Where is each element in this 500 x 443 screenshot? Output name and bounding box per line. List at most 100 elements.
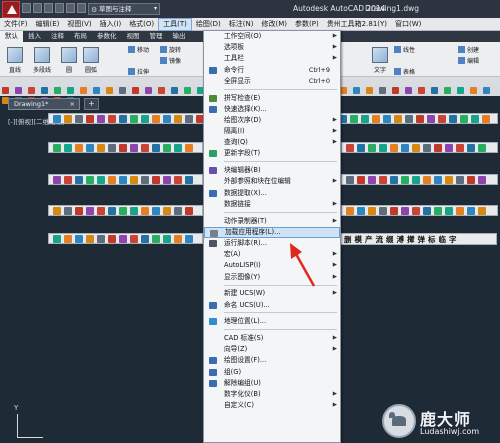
tools-menu-item[interactable]: 绘图次序(D) ▶ [204, 115, 340, 126]
tools-menu-item[interactable]: 命名 UCS(U)... [204, 300, 340, 311]
text-glyph-button[interactable]: 溥 [397, 234, 405, 245]
toolbar-tool-icon[interactable] [119, 87, 126, 94]
toolbar-tool-icon[interactable] [75, 234, 83, 243]
toolbar-tool-icon[interactable] [152, 143, 160, 152]
toolbar-tool-icon[interactable] [141, 234, 149, 243]
text-glyph-button[interactable]: 标 [428, 234, 436, 245]
toolbar-tool-icon[interactable] [357, 206, 365, 215]
toolbar-tool-icon[interactable] [390, 206, 398, 215]
toolbar-tool-icon[interactable] [119, 143, 127, 152]
toolbar-tool-icon[interactable] [418, 87, 425, 94]
toolbar-tool-icon[interactable] [86, 114, 94, 123]
tools-menu-item[interactable]: 拼写检查(E) [204, 93, 340, 104]
ribbon-tab[interactable]: 参数化 [92, 31, 122, 42]
line-tool[interactable]: 直线 [4, 47, 26, 74]
edit-block-tool[interactable]: 编辑 [458, 56, 479, 65]
menubar-item[interactable]: 视图(V) [63, 18, 95, 31]
toolbar-tool-icon[interactable] [350, 114, 358, 123]
text-glyph-button[interactable]: 弹 [418, 234, 426, 245]
toolbar-tool-icon[interactable] [163, 143, 171, 152]
table-tool[interactable]: 表格 [394, 67, 415, 76]
toolbar-tool-icon[interactable] [106, 87, 113, 94]
open-file-icon[interactable] [33, 3, 42, 13]
menubar-item[interactable]: 窗口(W) [391, 18, 425, 31]
toolbar-tool-icon[interactable] [64, 143, 72, 152]
toolbar-tool-icon[interactable] [457, 87, 464, 94]
tools-menu-item[interactable]: 解除编组(U) [204, 378, 340, 389]
tools-menu-item[interactable]: 工作空间(O) ▶ [204, 31, 340, 42]
toolbar-tool-icon[interactable] [97, 234, 105, 243]
toolbar-tool-icon[interactable] [434, 206, 442, 215]
rotate-tool[interactable]: 旋转 [160, 45, 181, 54]
toolbar-tool-icon[interactable] [132, 87, 139, 94]
toolbar-tool-icon[interactable] [158, 87, 165, 94]
toolbar-tool-icon[interactable] [41, 87, 48, 94]
workspace-select[interactable]: ⚙ 草图与注释 ▾ [88, 3, 160, 15]
toolbar-tool-icon[interactable] [130, 114, 138, 123]
toolbar-tool-icon[interactable] [2, 87, 9, 94]
toolbar-tool-icon[interactable] [445, 206, 453, 215]
toolbar-tool-icon[interactable] [163, 234, 171, 243]
text-tool[interactable]: 文字 [370, 47, 390, 74]
toolbar-tool-icon[interactable] [108, 143, 116, 152]
toolbar-tool-icon[interactable] [145, 87, 152, 94]
toolbar-tool-icon[interactable] [412, 143, 420, 152]
ribbon-tab[interactable]: 输出 [168, 31, 191, 42]
toolbar-tool-icon[interactable] [64, 206, 72, 215]
mirror-tool[interactable]: 镜像 [160, 56, 181, 65]
toolbar-tool-icon[interactable] [340, 87, 347, 94]
toolbar-tool-icon[interactable] [445, 175, 453, 184]
toolbar-tool-icon[interactable] [53, 234, 61, 243]
toolbar-tool-icon[interactable] [467, 143, 475, 152]
toolbar-tool-icon[interactable] [141, 143, 149, 152]
toolbar-tool-icon[interactable] [401, 175, 409, 184]
toolbar-tool-icon[interactable] [54, 87, 61, 94]
toolbar-tool-icon[interactable] [368, 143, 376, 152]
new-drawing-tab-button[interactable]: + [84, 98, 99, 110]
toolbar-tool-icon[interactable] [171, 87, 178, 94]
tools-menu-item[interactable]: 命令行 Ctrl+9 [204, 65, 340, 76]
toolbar-tool-icon[interactable] [379, 206, 387, 215]
toolbar-tool-icon[interactable] [361, 114, 369, 123]
toolbar-tool-icon[interactable] [86, 234, 94, 243]
toolbar-tool-icon[interactable] [383, 114, 391, 123]
tools-menu-item[interactable]: 动作录制器(T) ▶ [204, 216, 340, 227]
tools-menu-item[interactable]: 选项板 ▶ [204, 42, 340, 53]
circle-tool[interactable]: 圆 [58, 47, 80, 74]
toolbar-tool-icon[interactable] [346, 175, 354, 184]
toolbar-tool-icon[interactable] [64, 234, 72, 243]
toolbar-tool-icon[interactable] [427, 114, 435, 123]
toolbar-tool-icon[interactable] [97, 175, 105, 184]
toolbar-tool-icon[interactable] [119, 234, 127, 243]
toolbar-tool-icon[interactable] [119, 114, 127, 123]
ribbon-tab[interactable]: 布局 [69, 31, 92, 42]
toolbar-tool-icon[interactable] [346, 143, 354, 152]
toolbar-tool-icon[interactable] [152, 206, 160, 215]
tools-menu-item[interactable]: 全屏显示 Ctrl+0 [204, 76, 340, 87]
toolbar-tool-icon[interactable] [152, 114, 160, 123]
toolbar-tool-icon[interactable] [379, 87, 386, 94]
polyline-tool[interactable]: 多段线 [28, 47, 56, 74]
toolbar-tool-icon[interactable] [108, 206, 116, 215]
toolbar-tool-icon[interactable] [97, 114, 105, 123]
toolbar-tool-icon[interactable] [471, 114, 479, 123]
toolbar-tool-icon[interactable] [75, 175, 83, 184]
toolbar-tool-icon[interactable] [174, 234, 182, 243]
toolbar-tool-icon[interactable] [368, 206, 376, 215]
toolbar-tool-icon[interactable] [357, 143, 365, 152]
toolbar-tool-icon[interactable] [184, 87, 191, 94]
toolbar-tool-icon[interactable] [456, 175, 464, 184]
toolbar-tool-icon[interactable] [379, 143, 387, 152]
toolbar-tool-icon[interactable] [28, 87, 35, 94]
drawing-tab[interactable]: Drawing1* × [8, 98, 80, 110]
new-file-icon[interactable] [22, 3, 31, 13]
toolbar-tool-icon[interactable] [470, 87, 477, 94]
tools-menu-item[interactable]: CAD 标准(S) ▶ [204, 333, 340, 344]
toolbar-tool-icon[interactable] [431, 87, 438, 94]
toolbar-tool-icon[interactable] [390, 143, 398, 152]
undo-icon[interactable] [77, 3, 86, 13]
stretch-tool[interactable]: 拉伸 [128, 67, 149, 76]
ribbon-tab[interactable]: 插入 [23, 31, 46, 42]
toolbar-tool-icon[interactable] [467, 206, 475, 215]
toolbar-tool-icon[interactable] [405, 114, 413, 123]
